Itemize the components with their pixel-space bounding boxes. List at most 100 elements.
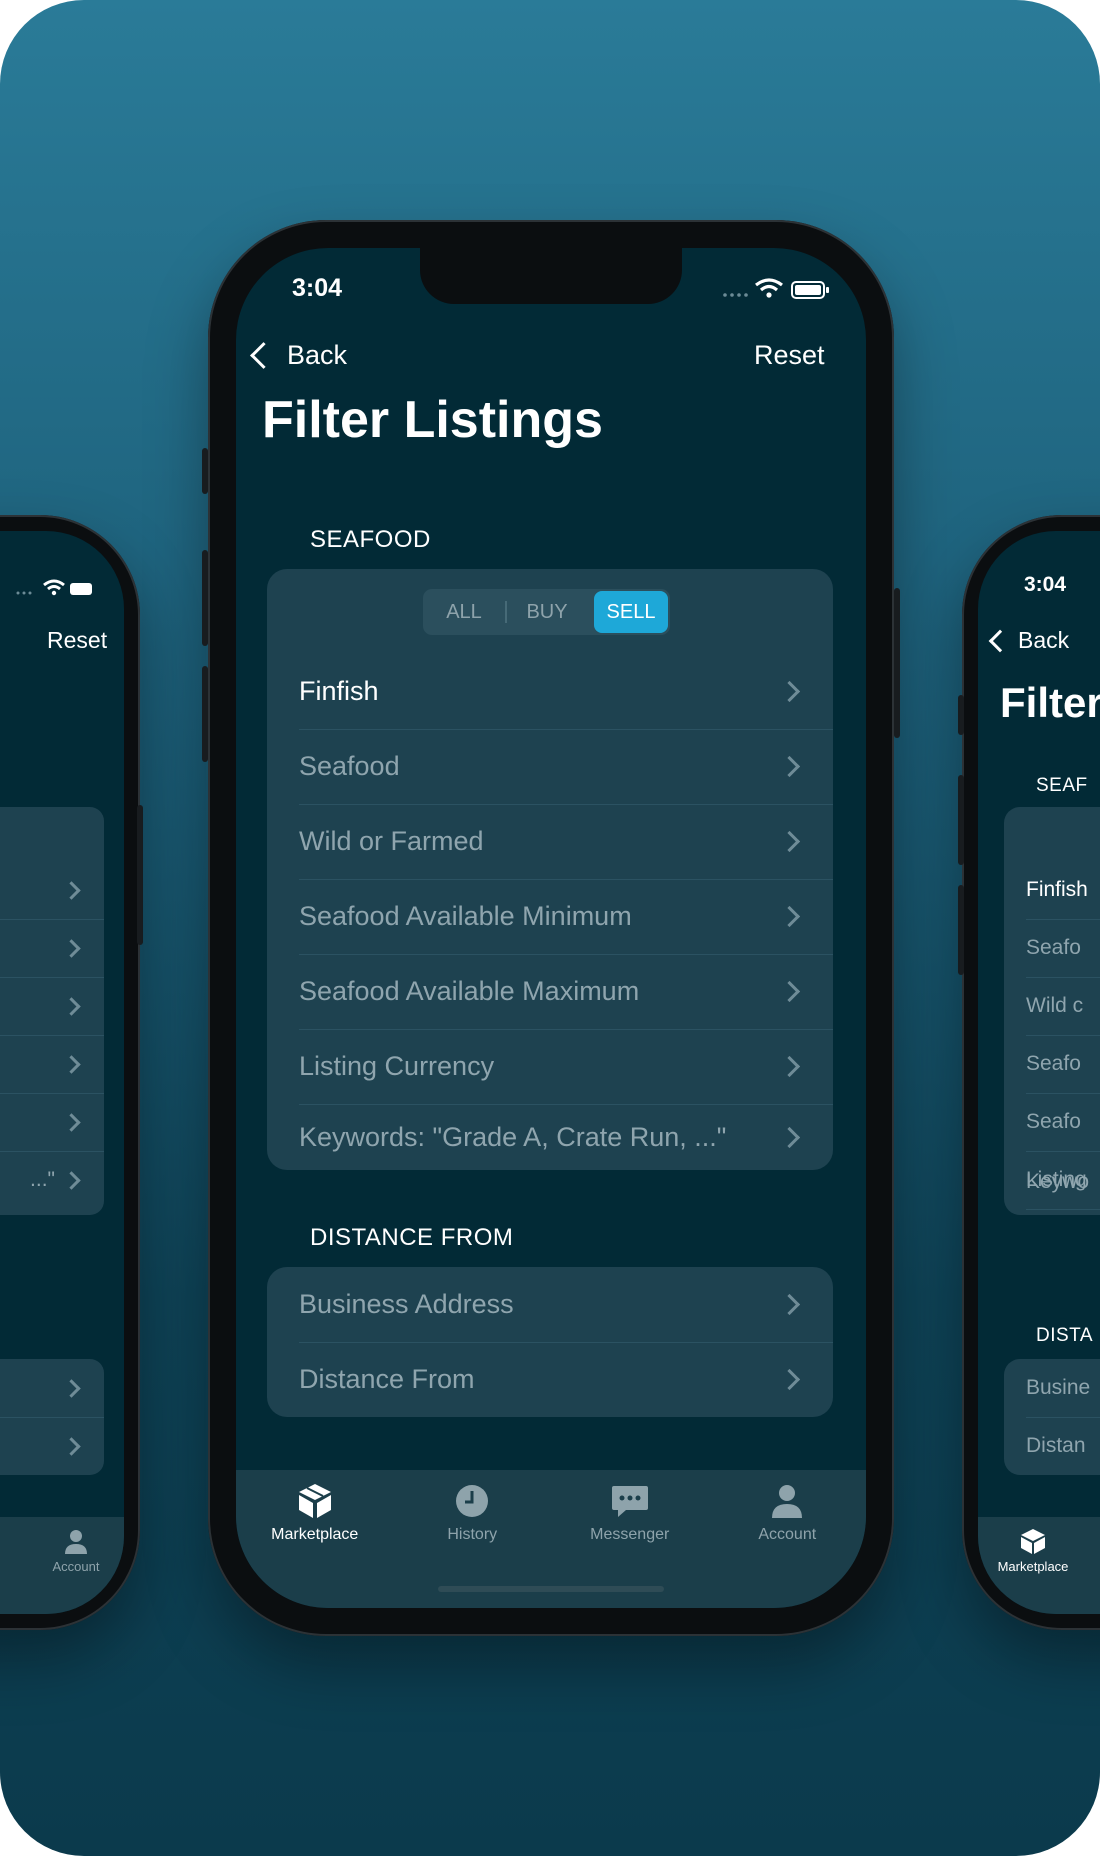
battery-icon: [791, 281, 829, 299]
left-row[interactable]: [0, 1359, 104, 1418]
page-title: Filter Listings: [262, 391, 603, 449]
right-row[interactable]: Wild c: [1026, 977, 1100, 1036]
right-phone-screen: 3:04 Back Filter SEAF Finfish Seafo Wild…: [978, 531, 1100, 1614]
package-icon: [298, 1484, 331, 1518]
reset-button[interactable]: Reset: [754, 340, 825, 371]
right-row[interactable]: Seafo: [1026, 1093, 1100, 1152]
filter-row-keywords[interactable]: Keywords: "Grade A, Crate Run, ...": [299, 1104, 833, 1170]
seafood-card: ALL BUY SELL Finfish Seafood Wild or Far…: [267, 569, 833, 1170]
left-row[interactable]: [0, 977, 104, 1036]
filter-row-business-address[interactable]: Business Address: [299, 1267, 833, 1343]
right-page-title: Filter: [1000, 679, 1100, 726]
segment-buy[interactable]: BUY: [507, 589, 587, 635]
status-icons: [723, 278, 829, 299]
filter-row-label: Distance From: [299, 1364, 475, 1394]
seafood-section-header: SEAFOOD: [310, 526, 431, 553]
back-button[interactable]: Back: [250, 340, 347, 371]
right-row-keywords[interactable]: Keywo: [1026, 1153, 1089, 1211]
tab-label: Messenger: [590, 1526, 670, 1543]
right-tab-marketplace[interactable]: Marketplace: [988, 1527, 1078, 1574]
chevron-right-icon: [778, 1126, 801, 1148]
segment-all[interactable]: ALL: [423, 589, 505, 635]
right-row[interactable]: Busine: [1026, 1359, 1100, 1418]
status-time: 3:04: [292, 274, 343, 302]
chevron-right-icon: [778, 980, 801, 1003]
right-distance-header: DISTA: [1036, 1325, 1094, 1346]
buy-sell-segmented-control: ALL BUY SELL: [423, 589, 670, 635]
right-tabbar: Marketplace: [978, 1517, 1100, 1614]
clock-icon: [456, 1485, 489, 1517]
center-mute-switch: [202, 448, 208, 494]
tab-marketplace[interactable]: Marketplace: [236, 1482, 394, 1608]
filter-row-label: Listing Currency: [299, 1051, 495, 1081]
right-row[interactable]: Seafo: [1026, 919, 1100, 978]
left-row[interactable]: [0, 1093, 104, 1152]
left-tab-account-label: Account: [52, 1559, 100, 1574]
tab-account[interactable]: Account: [709, 1482, 867, 1608]
wifi-icon: [755, 278, 783, 298]
right-back-label: Back: [1018, 627, 1070, 653]
left-row[interactable]: [0, 861, 104, 920]
tab-label: Marketplace: [271, 1526, 359, 1543]
right-row[interactable]: Seafo: [1026, 1035, 1100, 1094]
notch: [420, 248, 682, 304]
filter-row-label: Business Address: [299, 1289, 514, 1319]
right-tab-marketplace-label: Marketplace: [997, 1559, 1069, 1574]
right-status-time: 3:04: [1024, 573, 1067, 596]
chevron-right-icon: [778, 905, 801, 928]
filter-row-label: Seafood Available Maximum: [299, 976, 640, 1006]
right-back-button[interactable]: Back: [988, 627, 1070, 654]
chevron-left-icon: [988, 629, 1012, 652]
right-phone: 3:04 Back Filter SEAF Finfish Seafo Wild…: [958, 515, 1100, 1630]
right-row-label: Wild c: [1026, 994, 1084, 1017]
right-row-label: Keywo: [1026, 1170, 1090, 1193]
chevron-right-icon: [778, 755, 801, 778]
left-row[interactable]: [0, 919, 104, 978]
signal-icon: [723, 293, 748, 297]
back-label: Back: [287, 340, 348, 370]
right-row-label: Distan: [1026, 1434, 1086, 1457]
left-distance-card: [0, 1359, 104, 1475]
right-row-label: Seafo: [1026, 1110, 1081, 1133]
person-icon: [772, 1485, 803, 1518]
right-row-label: Seafo: [1026, 1052, 1081, 1075]
left-phone-screen: Reset ..." Account: [0, 531, 124, 1614]
filter-row-label: Seafood Available Minimum: [299, 901, 632, 931]
filter-row-label: Wild or Farmed: [299, 826, 484, 856]
left-row[interactable]: [0, 1035, 104, 1094]
right-distance-card: Busine Distan: [1004, 1359, 1100, 1475]
filter-row-seafood[interactable]: Seafood: [299, 729, 833, 805]
center-volume-down: [202, 666, 208, 762]
chevron-left-icon: [250, 342, 277, 369]
left-tab-account[interactable]: Account: [36, 1527, 116, 1574]
right-side-button: [958, 695, 964, 735]
right-row[interactable]: Finfish: [1026, 861, 1100, 920]
filter-row-wild-or-farmed[interactable]: Wild or Farmed: [299, 804, 833, 880]
center-power-button: [894, 588, 900, 738]
filter-row-distance-from[interactable]: Distance From: [299, 1342, 833, 1417]
person-icon: [65, 1530, 87, 1554]
chevron-right-icon: [778, 830, 801, 853]
filter-row-available-minimum[interactable]: Seafood Available Minimum: [299, 879, 833, 955]
right-side-button: [958, 775, 964, 865]
left-row-keywords-label: ...": [30, 1168, 55, 1191]
chevron-right-icon: [778, 1055, 801, 1078]
filter-row-listing-currency[interactable]: Listing Currency: [299, 1029, 833, 1105]
segment-sell[interactable]: SELL: [594, 591, 668, 633]
tab-label: Account: [758, 1526, 817, 1543]
filter-row-finfish[interactable]: Finfish: [299, 654, 833, 730]
left-reset-button[interactable]: Reset: [47, 627, 107, 654]
left-seafood-card: ...": [0, 807, 104, 1215]
distance-card: Business Address Distance From: [267, 1267, 833, 1417]
chevron-right-icon: [778, 1368, 801, 1391]
left-row[interactable]: [0, 1417, 104, 1475]
right-row[interactable]: Distan: [1026, 1417, 1100, 1475]
center-phone: 3:04 Back Reset Filter Listings SEAFOOD …: [202, 220, 900, 1636]
filter-row-available-maximum[interactable]: Seafood Available Maximum: [299, 954, 833, 1030]
left-phone: Reset ..." Account: [0, 515, 143, 1630]
home-indicator: [438, 1586, 664, 1592]
center-phone-screen: 3:04 Back Reset Filter Listings SEAFOOD …: [236, 248, 866, 1608]
background: Reset ..." Account 3:04 Back Filter SEAF…: [0, 0, 1100, 1856]
center-volume-up: [202, 550, 208, 646]
left-row-keywords[interactable]: ...": [0, 1151, 104, 1209]
